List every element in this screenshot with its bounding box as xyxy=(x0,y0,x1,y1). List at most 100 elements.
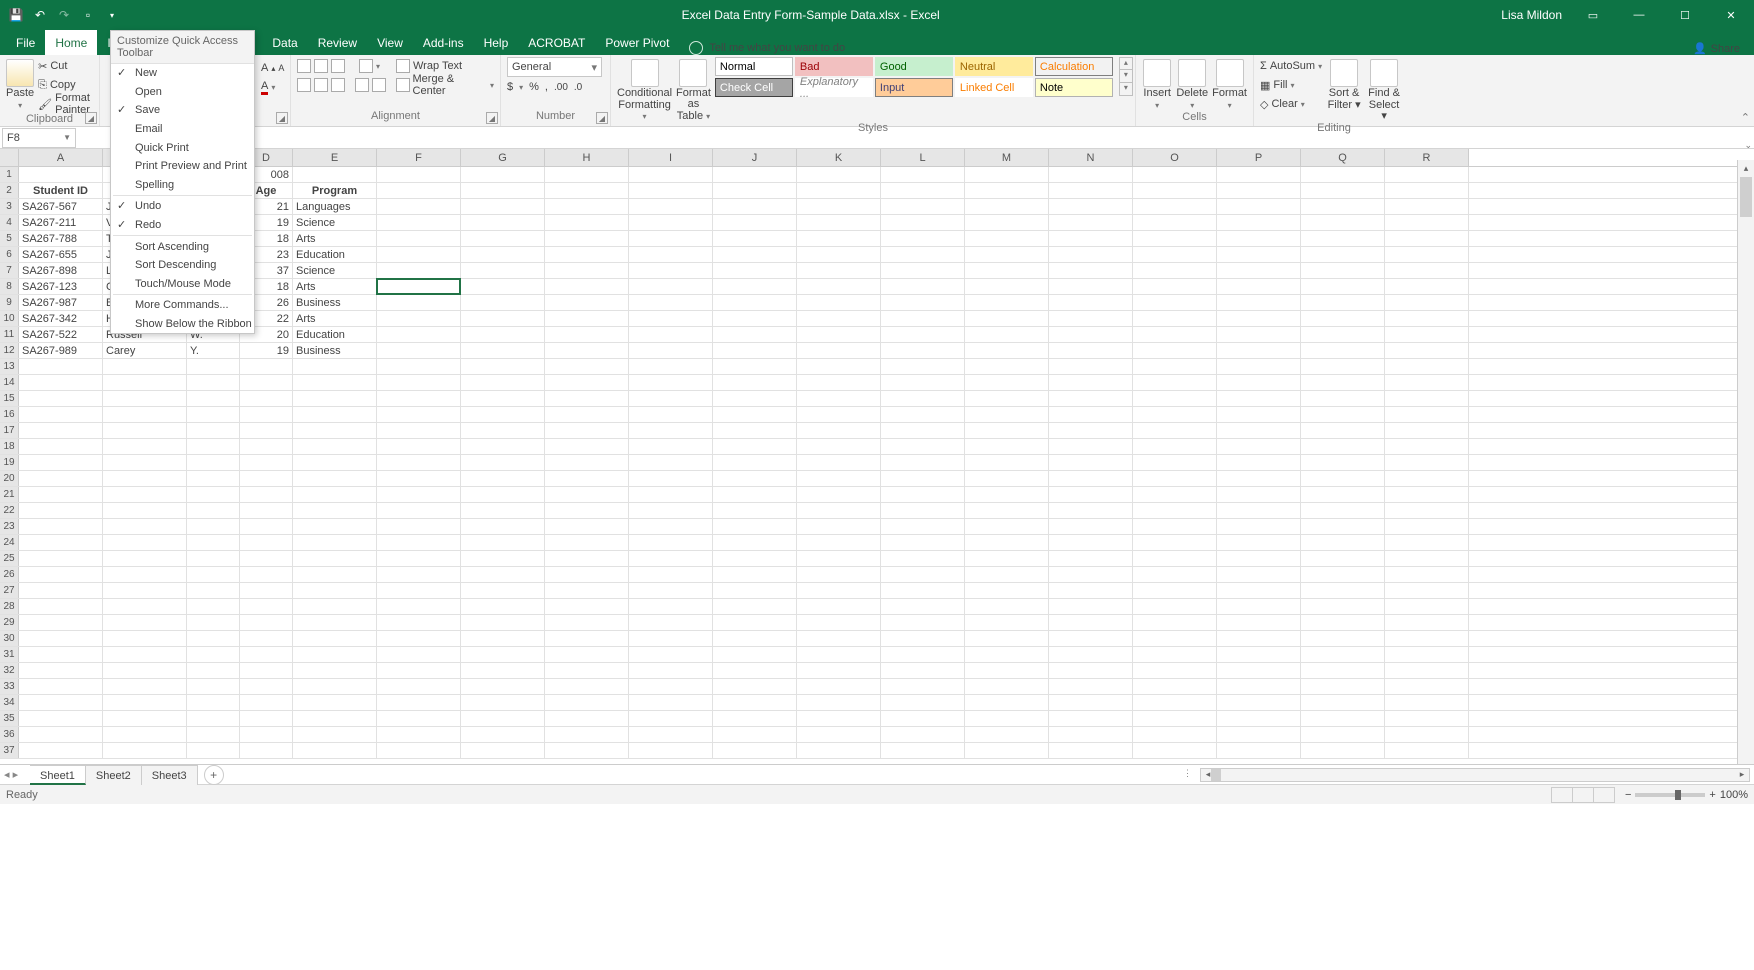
qat-menu-item[interactable]: Print Preview and Print xyxy=(111,157,254,176)
cell[interactable] xyxy=(881,327,965,342)
cell[interactable] xyxy=(293,647,377,662)
cell[interactable] xyxy=(629,343,713,358)
cell[interactable] xyxy=(187,487,240,502)
cell[interactable] xyxy=(545,631,629,646)
cell[interactable] xyxy=(1217,359,1301,374)
cell[interactable] xyxy=(629,279,713,294)
cell[interactable] xyxy=(713,311,797,326)
cell[interactable] xyxy=(1217,439,1301,454)
cell[interactable] xyxy=(965,423,1049,438)
cell[interactable] xyxy=(881,743,965,758)
cell[interactable] xyxy=(797,279,881,294)
cell[interactable] xyxy=(713,535,797,550)
cell[interactable] xyxy=(293,439,377,454)
cell[interactable] xyxy=(965,535,1049,550)
align-center-icon[interactable] xyxy=(314,78,328,92)
cell[interactable] xyxy=(965,615,1049,630)
number-format-select[interactable]: General ▾ xyxy=(507,57,602,77)
cell[interactable] xyxy=(461,311,545,326)
cell[interactable] xyxy=(965,455,1049,470)
cell[interactable] xyxy=(1049,647,1133,662)
cell[interactable] xyxy=(965,231,1049,246)
cell[interactable] xyxy=(545,311,629,326)
cell[interactable] xyxy=(377,647,461,662)
cell[interactable] xyxy=(187,647,240,662)
cell[interactable] xyxy=(1385,375,1469,390)
cell[interactable] xyxy=(187,599,240,614)
cell[interactable] xyxy=(965,695,1049,710)
tab-view[interactable]: View xyxy=(367,30,413,55)
cell[interactable] xyxy=(629,647,713,662)
cell[interactable] xyxy=(293,519,377,534)
cell[interactable] xyxy=(1133,455,1217,470)
cell[interactable] xyxy=(187,663,240,678)
cell[interactable] xyxy=(1133,615,1217,630)
cell[interactable] xyxy=(293,599,377,614)
cell[interactable] xyxy=(240,599,293,614)
cell[interactable] xyxy=(103,407,187,422)
cell[interactable] xyxy=(377,503,461,518)
share-button[interactable]: 👤 Share xyxy=(1679,42,1754,55)
align-top-icon[interactable] xyxy=(297,59,311,73)
cell[interactable] xyxy=(19,615,103,630)
cell[interactable] xyxy=(545,503,629,518)
cell[interactable] xyxy=(1049,231,1133,246)
cell[interactable] xyxy=(377,471,461,486)
cell[interactable] xyxy=(1133,711,1217,726)
cell[interactable] xyxy=(240,439,293,454)
cell[interactable] xyxy=(1133,535,1217,550)
zoom-slider[interactable]: − + 100% xyxy=(1625,789,1748,801)
cell[interactable] xyxy=(629,391,713,406)
cell[interactable] xyxy=(1301,679,1385,694)
tab-powerpivot[interactable]: Power Pivot xyxy=(595,30,679,55)
row-header[interactable]: 1 xyxy=(0,167,19,182)
cell[interactable] xyxy=(713,391,797,406)
cell[interactable] xyxy=(797,295,881,310)
cell[interactable] xyxy=(1133,695,1217,710)
cell[interactable] xyxy=(1301,167,1385,182)
cell[interactable] xyxy=(881,359,965,374)
cell[interactable] xyxy=(1133,423,1217,438)
row-header[interactable]: 12 xyxy=(0,343,19,358)
cell[interactable] xyxy=(881,599,965,614)
cell[interactable] xyxy=(545,727,629,742)
cell[interactable] xyxy=(1217,711,1301,726)
cell[interactable] xyxy=(377,167,461,182)
cell[interactable] xyxy=(377,631,461,646)
styles-more[interactable]: ▾ xyxy=(1119,83,1133,96)
cell[interactable] xyxy=(713,327,797,342)
cell-style-swatch[interactable]: Bad xyxy=(795,57,873,76)
cell[interactable] xyxy=(797,311,881,326)
cell[interactable] xyxy=(187,567,240,582)
increase-indent-icon[interactable] xyxy=(372,78,386,92)
cell[interactable] xyxy=(545,615,629,630)
cell[interactable] xyxy=(629,263,713,278)
cell[interactable] xyxy=(1049,375,1133,390)
cell[interactable] xyxy=(1301,599,1385,614)
cell[interactable] xyxy=(545,391,629,406)
cell[interactable] xyxy=(629,375,713,390)
format-as-table-button[interactable]: Format as Table ▾ xyxy=(676,57,711,122)
cell[interactable] xyxy=(1133,231,1217,246)
cell[interactable] xyxy=(240,631,293,646)
cell[interactable] xyxy=(629,503,713,518)
cell[interactable] xyxy=(187,583,240,598)
minimize-icon[interactable]: — xyxy=(1616,0,1662,30)
cell[interactable] xyxy=(377,743,461,758)
cell[interactable] xyxy=(19,631,103,646)
cell[interactable] xyxy=(1049,503,1133,518)
cell[interactable]: Student ID xyxy=(19,183,103,198)
cell[interactable] xyxy=(797,391,881,406)
cell[interactable] xyxy=(1049,295,1133,310)
row-header[interactable]: 17 xyxy=(0,423,19,438)
cell[interactable] xyxy=(965,343,1049,358)
cell[interactable] xyxy=(240,695,293,710)
tab-home[interactable]: Home xyxy=(45,30,97,55)
cell[interactable] xyxy=(545,375,629,390)
cell[interactable]: SA267-898 xyxy=(19,263,103,278)
cell[interactable] xyxy=(1049,439,1133,454)
cell[interactable] xyxy=(1301,631,1385,646)
cell[interactable] xyxy=(240,455,293,470)
cell[interactable] xyxy=(377,487,461,502)
sheet-tab[interactable]: Sheet1 xyxy=(30,765,86,785)
